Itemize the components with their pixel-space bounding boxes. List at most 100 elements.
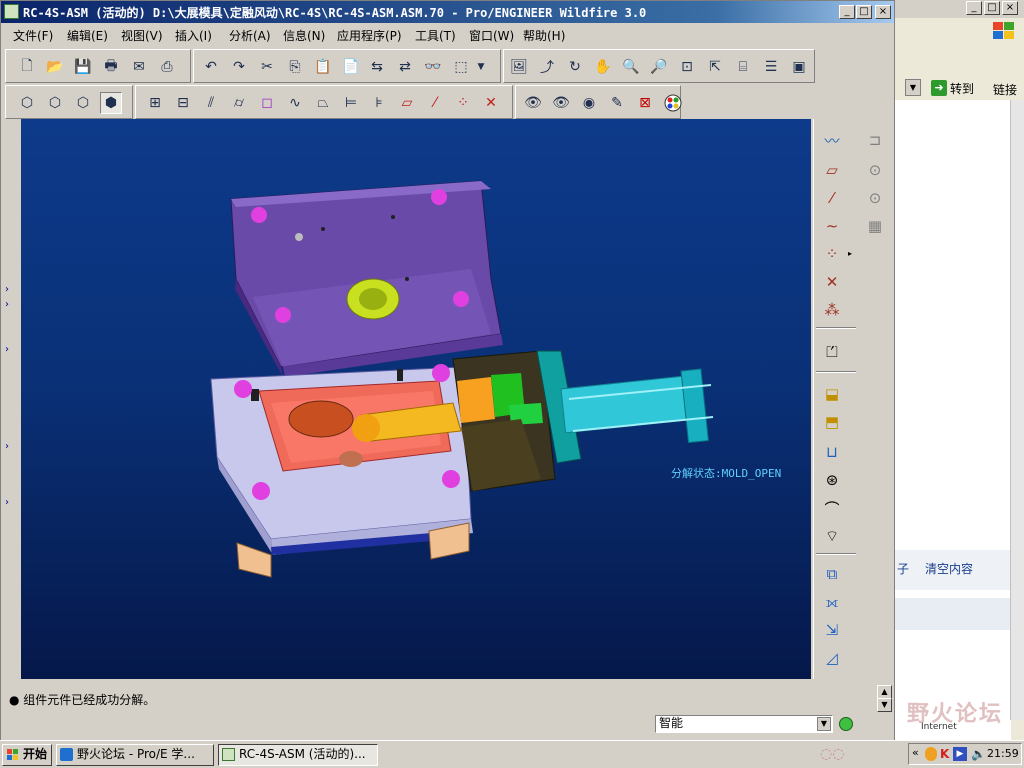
menu-applications[interactable]: 应用程序(P) xyxy=(337,27,402,44)
refit-icon[interactable]: ⊡ xyxy=(676,56,698,78)
browser-scrollbar[interactable] xyxy=(1010,100,1024,720)
pan-hand-icon[interactable]: ✋ xyxy=(592,56,614,78)
sketch-plane-icon[interactable]: ◻ xyxy=(256,92,278,114)
table-tool-icon[interactable]: ▦ xyxy=(863,215,887,237)
surface-icon[interactable]: ◿ xyxy=(820,647,844,669)
nav-tab-arrow-icon[interactable]: › xyxy=(5,284,9,295)
menu-insert[interactable]: 插入(I) xyxy=(175,27,212,44)
zoom-in-icon[interactable]: 🔍 xyxy=(620,56,642,78)
hidden-line-icon[interactable]: ⬡ xyxy=(44,92,66,114)
appearance-icon[interactable]: ✎ xyxy=(606,92,628,114)
wireframe-icon[interactable]: ⬡ xyxy=(16,92,38,114)
menu-analysis[interactable]: 分析(A) xyxy=(229,27,271,44)
tray-expand-icon[interactable]: « xyxy=(912,746,919,759)
select-box-icon[interactable]: ⬚ xyxy=(450,56,472,78)
close-button[interactable]: × xyxy=(875,5,891,19)
select-dropdown-icon[interactable]: ▼ xyxy=(474,56,488,78)
cut-icon[interactable]: ✂ xyxy=(256,56,278,78)
copy-icon[interactable]: ⎘ xyxy=(284,56,306,78)
csys-display-icon[interactable]: ✕ xyxy=(480,92,502,114)
selection-filter-select[interactable]: 智能 ▼ xyxy=(655,715,833,733)
clear-content-link[interactable]: 清空内容 xyxy=(925,560,973,577)
undo-icon[interactable]: ↶ xyxy=(200,56,222,78)
datum-axis-display-icon[interactable]: ⁄ xyxy=(424,92,446,114)
datum-plane-display-icon[interactable]: ▱ xyxy=(396,92,418,114)
csys-icon[interactable]: ✕ xyxy=(820,271,844,293)
message-scroll-down-icon[interactable]: ▼ xyxy=(877,698,892,712)
note-icon[interactable]: ⊧ xyxy=(368,92,390,114)
speaker-icon[interactable]: 🔈 xyxy=(971,747,986,761)
graphics-viewport[interactable]: 分解状态:MOLD_OPEN xyxy=(21,119,811,679)
hide-icon[interactable]: 👁 xyxy=(522,92,544,114)
menu-file[interactable]: 文件(F) xyxy=(13,27,53,44)
menu-view[interactable]: 视图(V) xyxy=(121,27,163,44)
regenerate-icon[interactable]: ⇆ xyxy=(366,56,388,78)
print-icon[interactable]: 🖶 xyxy=(100,56,122,78)
bg-close-button[interactable]: × xyxy=(1002,1,1018,15)
paste-icon[interactable]: 📋 xyxy=(312,56,334,78)
menu-tools[interactable]: 工具(T) xyxy=(415,27,456,44)
component-create-icon[interactable]: ⬒ xyxy=(820,411,844,433)
send-link-icon[interactable]: ⎙ xyxy=(156,56,178,78)
new-file-icon[interactable]: 🗋 xyxy=(16,56,38,78)
curve-analysis-icon[interactable]: ∿ xyxy=(284,92,306,114)
measure-icon[interactable]: ⌭ xyxy=(228,92,250,114)
section-icon[interactable]: ⏢ xyxy=(312,92,334,114)
datum-axis-icon[interactable]: ⁄ xyxy=(820,187,844,209)
close-window-icon[interactable]: ⊠ xyxy=(634,92,656,114)
links-label[interactable]: 链接 xyxy=(993,81,1017,98)
menu-help[interactable]: 帮助(H) xyxy=(523,27,565,44)
filter-dropdown-icon[interactable]: ▼ xyxy=(817,717,831,731)
move-icon[interactable]: ⇲ xyxy=(820,619,844,641)
bg-maximize-button[interactable]: □ xyxy=(984,1,1000,15)
round-icon[interactable]: ⌒ xyxy=(820,497,844,519)
component-add-icon[interactable]: ⬓ xyxy=(820,383,844,405)
bg-minimize-button[interactable]: _ xyxy=(966,1,982,15)
zoom-out-icon[interactable]: 🔎 xyxy=(648,56,670,78)
dimension-icon[interactable]: ⊨ xyxy=(340,92,362,114)
regen-manager-icon[interactable]: ⇄ xyxy=(394,56,416,78)
k-app-icon[interactable]: K xyxy=(940,747,949,761)
sketch-tool-icon[interactable]: ⏍ xyxy=(820,341,844,363)
analysis-feature-icon[interactable]: ⁂ xyxy=(820,299,844,321)
no-hidden-icon[interactable]: ⬡ xyxy=(72,92,94,114)
redo-icon[interactable]: ↷ xyxy=(228,56,250,78)
visibility-icon[interactable]: ◉ xyxy=(578,92,600,114)
explode-icon[interactable]: ⫽ xyxy=(200,92,222,114)
task-proe[interactable]: RC-4S-ASM (活动的)... xyxy=(218,744,378,766)
orient-icon[interactable]: ↻ xyxy=(564,56,586,78)
open-file-icon[interactable]: 📂 xyxy=(44,56,66,78)
send-mail-icon[interactable]: ✉ xyxy=(128,56,150,78)
nav-tab-arrow-icon[interactable]: › xyxy=(5,497,9,508)
menu-window[interactable]: 窗口(W) xyxy=(469,27,514,44)
minimize-button[interactable]: _ xyxy=(839,5,855,19)
datum-curve-icon[interactable]: ∼ xyxy=(820,215,844,237)
menu-info[interactable]: 信息(N) xyxy=(283,27,325,44)
nav-tab-arrow-icon[interactable]: › xyxy=(5,344,9,355)
assembly-icon[interactable]: ⊞ xyxy=(144,92,166,114)
create-part-icon[interactable]: ⊟ xyxy=(172,92,194,114)
flyout-arrow-icon[interactable]: ▸ xyxy=(848,249,852,258)
layer-tool-icon[interactable]: ⊐ xyxy=(863,129,887,151)
mirror-icon[interactable]: ⟗ xyxy=(820,591,844,613)
media-player-icon[interactable]: ▶ xyxy=(953,747,967,761)
saved-views-icon[interactable]: ⌸ xyxy=(732,56,754,78)
layers-icon[interactable]: ☰ xyxy=(760,56,782,78)
cut-feature-icon[interactable]: ⊔ xyxy=(820,441,844,463)
qq-icon[interactable] xyxy=(925,747,937,761)
sketch-curve-icon[interactable]: 〰 xyxy=(820,129,844,151)
task-forum-browser[interactable]: 野火论坛 - Pro/E 学... xyxy=(56,744,214,766)
hole-icon[interactable]: ⊛ xyxy=(820,469,844,491)
spin-center-icon[interactable]: ⤴ xyxy=(536,56,558,78)
component-tool-icon[interactable]: ⊙ xyxy=(863,159,887,181)
start-button[interactable]: 开始 xyxy=(2,744,52,766)
chamfer-icon[interactable]: ⌔ xyxy=(820,525,844,547)
find-icon[interactable]: 👓 xyxy=(422,56,444,78)
datum-point-display-icon[interactable]: ⁘ xyxy=(452,92,474,114)
datum-point-icon[interactable]: ⁘ xyxy=(820,243,844,265)
datum-plane-icon[interactable]: ▱ xyxy=(820,159,844,181)
paste-special-icon[interactable]: 📄 xyxy=(340,56,362,78)
reorient-icon[interactable]: ⇱ xyxy=(704,56,726,78)
nav-tab-arrow-icon[interactable]: › xyxy=(5,299,9,310)
repaint-icon[interactable]: 🖼 xyxy=(508,56,530,78)
